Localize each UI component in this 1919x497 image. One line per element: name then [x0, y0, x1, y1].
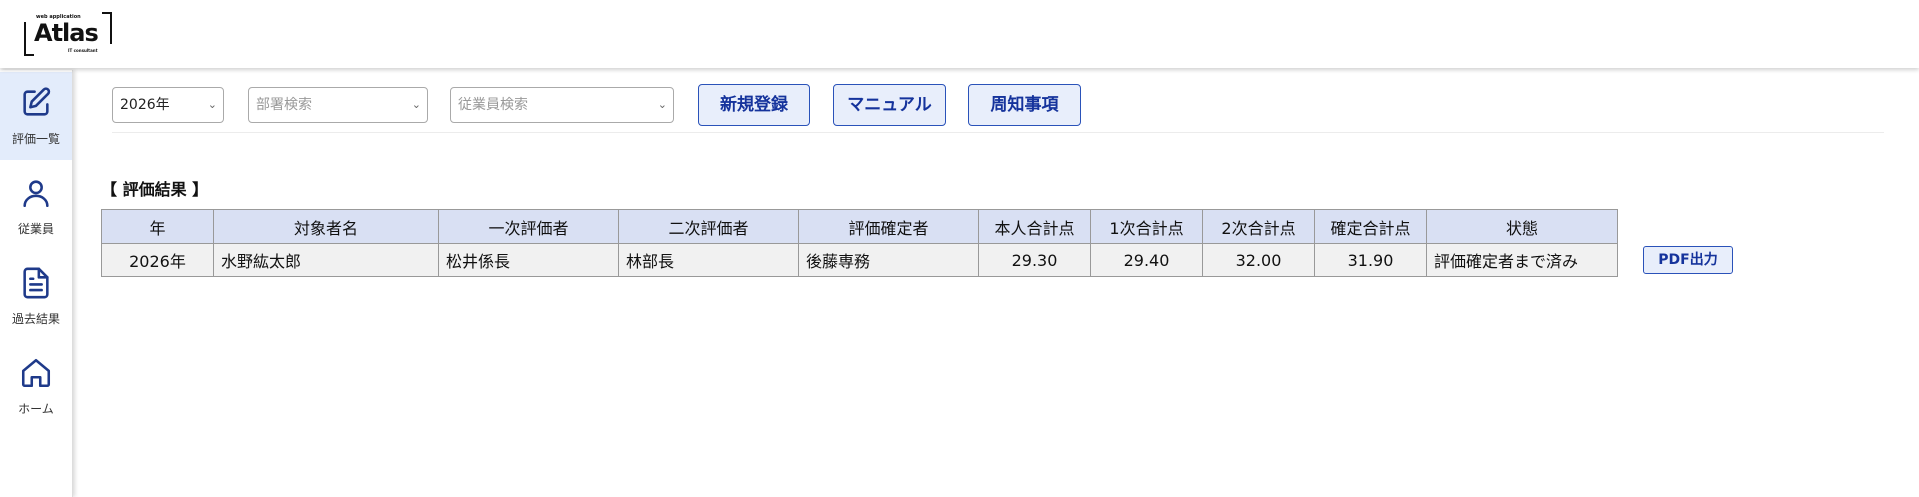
column-header-confirmer: 評価確定者: [798, 209, 979, 244]
sidebar-item-label: 評価一覧: [11, 131, 60, 146]
cell-confirmed-total: 31.90: [1314, 243, 1427, 277]
pdf-export-button[interactable]: PDF出力: [1643, 246, 1733, 274]
cell-first-total: 29.40: [1090, 243, 1203, 277]
employee-search-select[interactable]: 従業員検索 ⌄: [450, 87, 674, 123]
new-registration-button[interactable]: 新規登録: [698, 84, 810, 126]
table-row[interactable]: 2026年 水野紘太郎 松井係長 林部長 後藤専務 29.30 29.40 32…: [101, 243, 1618, 277]
column-header-confirmed-total: 確定合計点: [1314, 209, 1427, 244]
cell-status: 評価確定者まで済み: [1426, 243, 1618, 277]
manual-button[interactable]: マニュアル: [833, 84, 946, 126]
document-icon: [23, 267, 49, 298]
cell-confirmer: 後藤専務: [798, 243, 979, 277]
cell-second-evaluator: 林部長: [618, 243, 799, 277]
employee-search-placeholder: 従業員検索: [458, 97, 528, 113]
chevron-down-icon: ⌄: [657, 98, 667, 111]
column-header-target-name: 対象者名: [213, 209, 439, 244]
column-header-self-total: 本人合計点: [978, 209, 1091, 244]
column-header-first-evaluator: 一次評価者: [438, 209, 619, 244]
sidebar-item-past-results[interactable]: 過去結果: [0, 252, 72, 340]
sidebar-item-employees[interactable]: 従業員: [0, 162, 72, 250]
column-header-status: 状態: [1426, 209, 1618, 244]
notices-button[interactable]: 周知事項: [968, 84, 1081, 126]
edit-icon: [23, 86, 51, 116]
cell-first-evaluator: 松井係長: [438, 243, 619, 277]
logo-main-text: Atlas: [34, 19, 99, 47]
year-select[interactable]: 2026年 ⌄: [112, 87, 224, 123]
results-table: 年 対象者名 一次評価者 二次評価者 評価確定者 本人合計点 1次合計点 2次合…: [101, 209, 1618, 277]
department-search-placeholder: 部署検索: [256, 97, 312, 113]
cell-self-total: 29.30: [978, 243, 1091, 277]
sidebar-item-home[interactable]: ホーム: [0, 342, 72, 430]
sidebar-item-label: ホーム: [18, 401, 54, 416]
column-header-second-total: 2次合計点: [1202, 209, 1315, 244]
cell-year: 2026年: [101, 243, 214, 277]
chevron-down-icon: ⌄: [207, 98, 217, 111]
column-header-year: 年: [101, 209, 214, 244]
sidebar: 評価一覧 従業員 過去結果 ホーム: [0, 70, 73, 497]
column-header-second-evaluator: 二次評価者: [618, 209, 799, 244]
chevron-down-icon: ⌄: [411, 98, 421, 111]
year-select-value: 2026年: [120, 97, 170, 113]
results-section-title: 【 評価結果 】: [101, 180, 209, 199]
home-icon: [21, 358, 51, 387]
sidebar-item-label: 従業員: [17, 221, 54, 236]
cell-target-name: 水野紘太郎: [213, 243, 439, 277]
atlas-logo[interactable]: web application Atlas IT consultant: [24, 12, 112, 56]
logo-bottom-text: IT consultant: [68, 48, 98, 53]
department-search-select[interactable]: 部署検索 ⌄: [248, 87, 428, 123]
table-header-row: 年 対象者名 一次評価者 二次評価者 評価確定者 本人合計点 1次合計点 2次合…: [101, 209, 1618, 244]
app-header: web application Atlas IT consultant: [0, 0, 1919, 68]
cell-second-total: 32.00: [1202, 243, 1315, 277]
logo-bracket-right: [102, 12, 112, 44]
logo-bracket-left: [24, 22, 34, 56]
sidebar-item-label: 過去結果: [11, 311, 60, 326]
filter-toolbar: 2026年 ⌄ 部署検索 ⌄ 従業員検索 ⌄ 新規登録 マニュアル 周知事項: [112, 84, 1884, 133]
user-icon: [23, 179, 49, 207]
sidebar-item-evaluation-list[interactable]: 評価一覧: [0, 72, 72, 160]
column-header-first-total: 1次合計点: [1090, 209, 1203, 244]
